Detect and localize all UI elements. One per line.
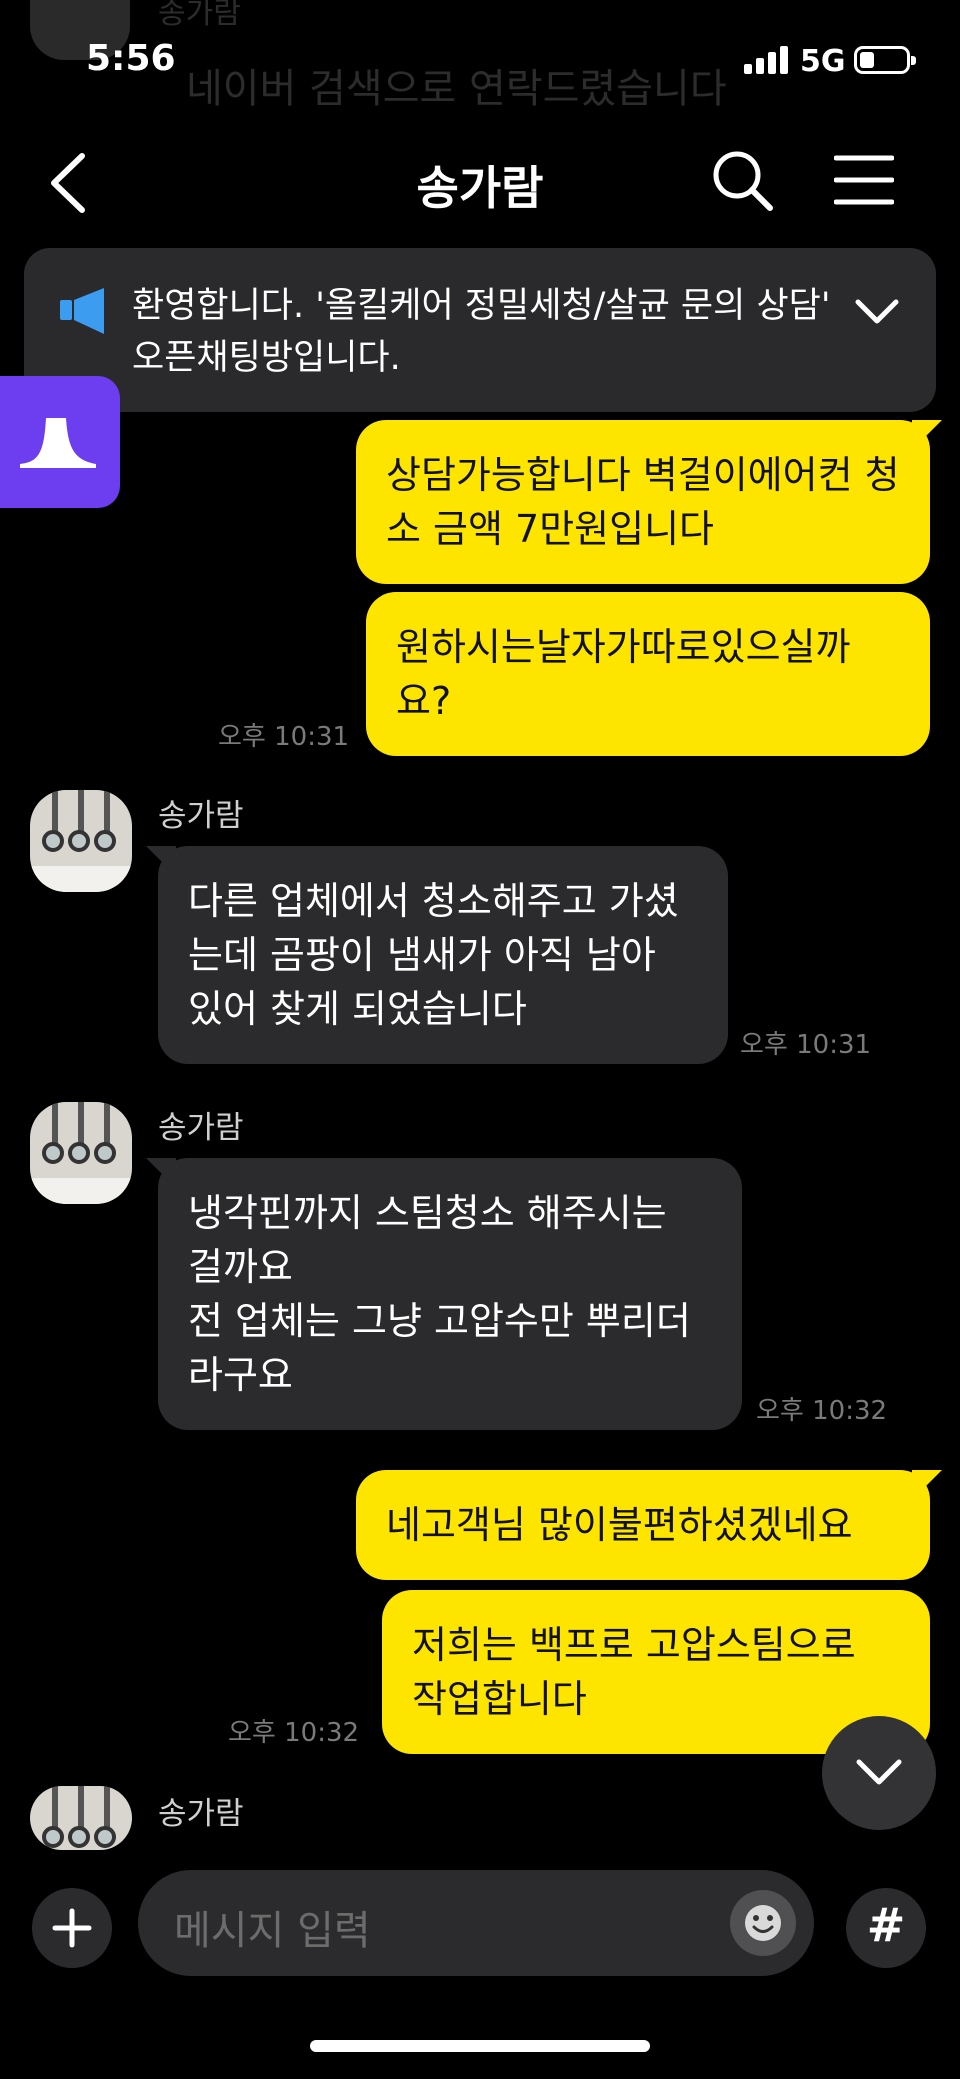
avatar[interactable] [30,790,132,892]
message-input-placeholder: 메시지 입력 [174,1908,371,1954]
avatar[interactable] [30,1786,132,1850]
floating-app-icon[interactable] [0,376,120,508]
message-bubble[interactable]: 원하시는날자가따로있으실까요? [366,592,930,756]
message-bubble[interactable]: 다른 업체에서 청소해주고 가셨는데 곰팡이 냄새가 아직 남아 있어 찾게 되… [158,846,728,1064]
message-input[interactable]: 메시지 입력 [138,1870,814,1976]
message-bubble[interactable]: 냉각핀까지 스팀청소 해주시는 걸까요 전 업체는 그냥 고압수만 뿌리더라구요 [158,1158,742,1430]
home-indicator [310,2040,650,2052]
sender-name: 송가람 [158,798,244,834]
chat-title: 송가람 [416,161,544,215]
notice-text: 환영합니다. '올킬케어 정밀세청/살균 문의 상담' 오픈채팅방입니다. [132,286,831,378]
message-line: 냉각핀까지 스팀청소 해주시는 걸까요 [188,1191,667,1289]
battery-icon [854,46,916,74]
message-time: 오후 10:31 [740,1030,872,1060]
sender-name: 송가람 [158,1110,244,1146]
emoji-icon[interactable] [730,1890,796,1956]
message-time: 오후 10:32 [228,1718,360,1748]
menu-icon[interactable] [833,152,895,208]
chevron-down-icon[interactable] [852,296,902,328]
avatar[interactable] [30,1102,132,1204]
previous-message: 네이버 검색으로 연락드렸습니다 [186,66,727,112]
scroll-to-bottom-button[interactable] [822,1716,936,1830]
hash-label: # [866,1898,906,1952]
signal-icon [744,46,792,74]
plus-icon[interactable] [32,1888,112,1968]
message-bubble[interactable]: 상담가능합니다 벽걸이에어컨 청소 금액 7만원입니다 [356,420,930,584]
sender-name: 송가람 [158,1796,244,1832]
search-icon[interactable] [710,148,776,214]
previous-sender-name: 송가람 [158,0,241,31]
megaphone-icon [58,286,110,336]
hash-icon[interactable]: # [846,1888,926,1968]
message-time: 오후 10:31 [218,722,350,752]
message-time: 오후 10:32 [756,1396,888,1426]
status-time: 5:56 [86,38,176,79]
message-line: 전 업체는 그냥 고압수만 뿌리더라구요 [188,1299,691,1397]
notice-banner[interactable]: 환영합니다. '올킬케어 정밀세청/살균 문의 상담' 오픈채팅방입니다. [24,248,936,412]
network-type: 5G [800,44,846,79]
message-bubble[interactable]: 네고객님 많이불편하셨겠네요 [356,1470,930,1580]
input-bar: 메시지 입력 # [0,1850,960,2079]
